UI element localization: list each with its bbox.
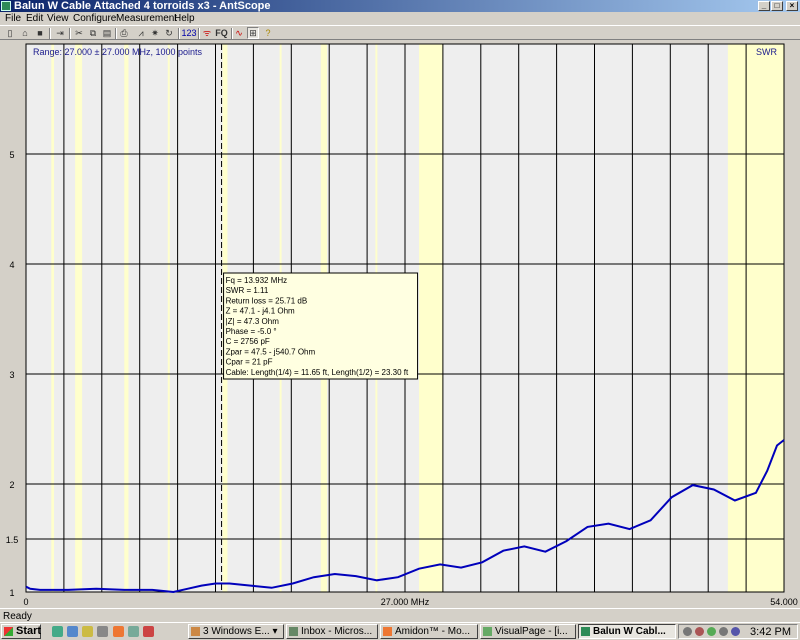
readout-line-4: |Z| = 47.3 Ohm bbox=[226, 317, 280, 326]
close-button[interactable]: × bbox=[786, 1, 798, 11]
start-button[interactable]: Start bbox=[1, 624, 41, 639]
task-antscope[interactable]: Balun W Cabl... bbox=[578, 624, 676, 639]
help-icon[interactable]: ? bbox=[262, 27, 274, 39]
graph-view-icon[interactable]: ⊞ bbox=[247, 27, 259, 39]
y-tick-label-3: 3 bbox=[9, 370, 14, 380]
quicklaunch-outlook-icon[interactable] bbox=[67, 626, 78, 637]
menu-help[interactable]: Help bbox=[174, 13, 195, 24]
readout-line-2: Return loss = 25.71 dB bbox=[226, 296, 308, 305]
task-windows-explorer[interactable]: 3 Windows E... ▾ bbox=[188, 624, 284, 639]
ham-band-0 bbox=[51, 44, 55, 592]
cut-icon[interactable]: ✂ bbox=[73, 27, 85, 39]
minimize-button[interactable]: _ bbox=[758, 1, 770, 11]
menu-measurement[interactable]: Measurement bbox=[116, 13, 177, 24]
y-tick-label-0: 1 bbox=[9, 588, 14, 598]
ham-band-2 bbox=[124, 44, 129, 592]
menu-edit[interactable]: Edit bbox=[26, 13, 43, 24]
readout-line-7: Zpar = 47.5 - j540.7 Ohm bbox=[226, 347, 316, 356]
readout-line-1: SWR = 1.11 bbox=[226, 286, 269, 295]
page-icon bbox=[483, 627, 492, 636]
readout-line-0: Fq = 13.932 MHz bbox=[226, 276, 288, 285]
folder-icon bbox=[191, 627, 200, 636]
antscope-icon bbox=[581, 627, 590, 636]
status-bar: Ready bbox=[0, 608, 800, 623]
open-folder-icon[interactable]: ⌂ bbox=[19, 27, 31, 39]
print-icon[interactable]: ⎙ bbox=[118, 27, 130, 39]
swr-plot[interactable]: 1 1.5 2 3 4 5 0 27.000 MHz 54.000 Range: 27.000 … bbox=[0, 40, 800, 608]
window-title: Balun W Cable Attached 4 torroids x3 - A… bbox=[14, 0, 271, 12]
smith-chart-icon[interactable]: ∿ bbox=[233, 27, 245, 39]
ham-band-1 bbox=[75, 44, 83, 592]
refresh-icon[interactable]: ↻ bbox=[163, 27, 175, 39]
system-tray: 3:42 PM bbox=[678, 624, 798, 639]
quicklaunch-folder-icon[interactable] bbox=[82, 626, 93, 637]
maximize-button[interactable]: □ bbox=[771, 1, 783, 11]
tray-icon-3[interactable] bbox=[707, 627, 716, 636]
menu-view[interactable]: View bbox=[47, 13, 69, 24]
tray-icon-1[interactable] bbox=[683, 627, 692, 636]
paste-icon[interactable]: ▤ bbox=[101, 27, 113, 39]
tray-icon-5[interactable] bbox=[731, 627, 740, 636]
readout-line-5: Phase = -5.0 ° bbox=[226, 327, 277, 336]
quicklaunch-media-icon[interactable] bbox=[143, 626, 154, 637]
taskbar: Start 3 Windows E... ▾ Inbox - Micros...… bbox=[0, 622, 800, 640]
readout-line-6: C = 2756 pF bbox=[226, 337, 270, 346]
readout-line-3: Z = 47.1 - j4.1 Ohm bbox=[226, 307, 295, 316]
cursor-readout: Fq = 13.932 MHzSWR = 1.11Return loss = 2… bbox=[223, 272, 419, 380]
new-file-icon[interactable]: ▯ bbox=[4, 27, 16, 39]
menu-file[interactable]: File bbox=[5, 13, 21, 24]
y-tick-label-4: 4 bbox=[9, 260, 14, 270]
windows-flag-icon bbox=[4, 627, 13, 636]
mail-icon bbox=[289, 627, 298, 636]
status-text: Ready bbox=[3, 611, 32, 622]
quicklaunch-desktop-icon[interactable] bbox=[97, 626, 108, 637]
task-inbox[interactable]: Inbox - Micros... bbox=[286, 624, 378, 639]
app-icon[interactable] bbox=[1, 1, 11, 11]
fq-button[interactable]: FQ bbox=[215, 27, 228, 39]
swr-chart[interactable]: 1 1.5 2 3 4 5 0 27.000 MHz 54.000 Range: 27.000 … bbox=[0, 40, 800, 608]
single-measure-button[interactable]: 123 bbox=[181, 27, 197, 39]
mode-label: SWR bbox=[756, 47, 777, 57]
tray-icon-4[interactable] bbox=[719, 627, 728, 636]
menu-configure[interactable]: Configure bbox=[73, 13, 116, 24]
x-tick-label-0: 0 bbox=[23, 597, 28, 607]
start-label: Start bbox=[16, 625, 42, 637]
save-icon[interactable]: ■ bbox=[34, 27, 46, 39]
menu-bar: File Edit View Configure Measurement Hel… bbox=[0, 12, 800, 25]
title-bar[interactable]: Balun W Cable Attached 4 torroids x3 - A… bbox=[0, 0, 800, 12]
antenna-icon[interactable]: ᯤ bbox=[201, 27, 213, 39]
export-icon[interactable]: ⇥ bbox=[54, 27, 66, 39]
copy-icon[interactable]: ⧉ bbox=[87, 27, 99, 39]
quicklaunch-ie-icon[interactable] bbox=[52, 626, 63, 637]
x-tick-label-2: 54.000 bbox=[770, 597, 798, 607]
tray-icon-2[interactable] bbox=[695, 627, 704, 636]
scan-icon[interactable]: ✷ bbox=[149, 27, 161, 39]
ham-band-9 bbox=[727, 44, 784, 592]
quicklaunch-app-icon[interactable] bbox=[128, 626, 139, 637]
x-tick-label-1: 27.000 MHz bbox=[381, 597, 430, 607]
task-visualpage[interactable]: VisualPage - [i... bbox=[480, 624, 576, 639]
task-amidon[interactable]: Amidon™ - Mo... bbox=[380, 624, 478, 639]
chart-icon[interactable]: ⩘ bbox=[135, 27, 147, 39]
browser-icon bbox=[383, 627, 392, 636]
quicklaunch-firefox-icon[interactable] bbox=[113, 626, 124, 637]
readout-line-8: Cpar = 21 pF bbox=[226, 358, 273, 367]
y-tick-label-5: 5 bbox=[9, 150, 14, 160]
clock: 3:42 PM bbox=[750, 626, 791, 638]
ham-band-3 bbox=[167, 44, 170, 592]
ham-band-8 bbox=[419, 44, 443, 592]
y-tick-label-2: 2 bbox=[9, 480, 14, 490]
toolbar: ▯ ⌂ ■ ⇥ ✂ ⧉ ▤ ⎙ ⩘ ✷ ↻ 123 ᯤ FQ ∿ ⊞ ? bbox=[0, 25, 800, 40]
range-text: Range: 27.000 ± 27.000 MHz, 1000 points bbox=[33, 47, 203, 57]
readout-line-9: Cable: Length(1/4) = 11.65 ft, Length(1/… bbox=[226, 368, 409, 377]
y-tick-label-1: 1.5 bbox=[6, 535, 19, 545]
